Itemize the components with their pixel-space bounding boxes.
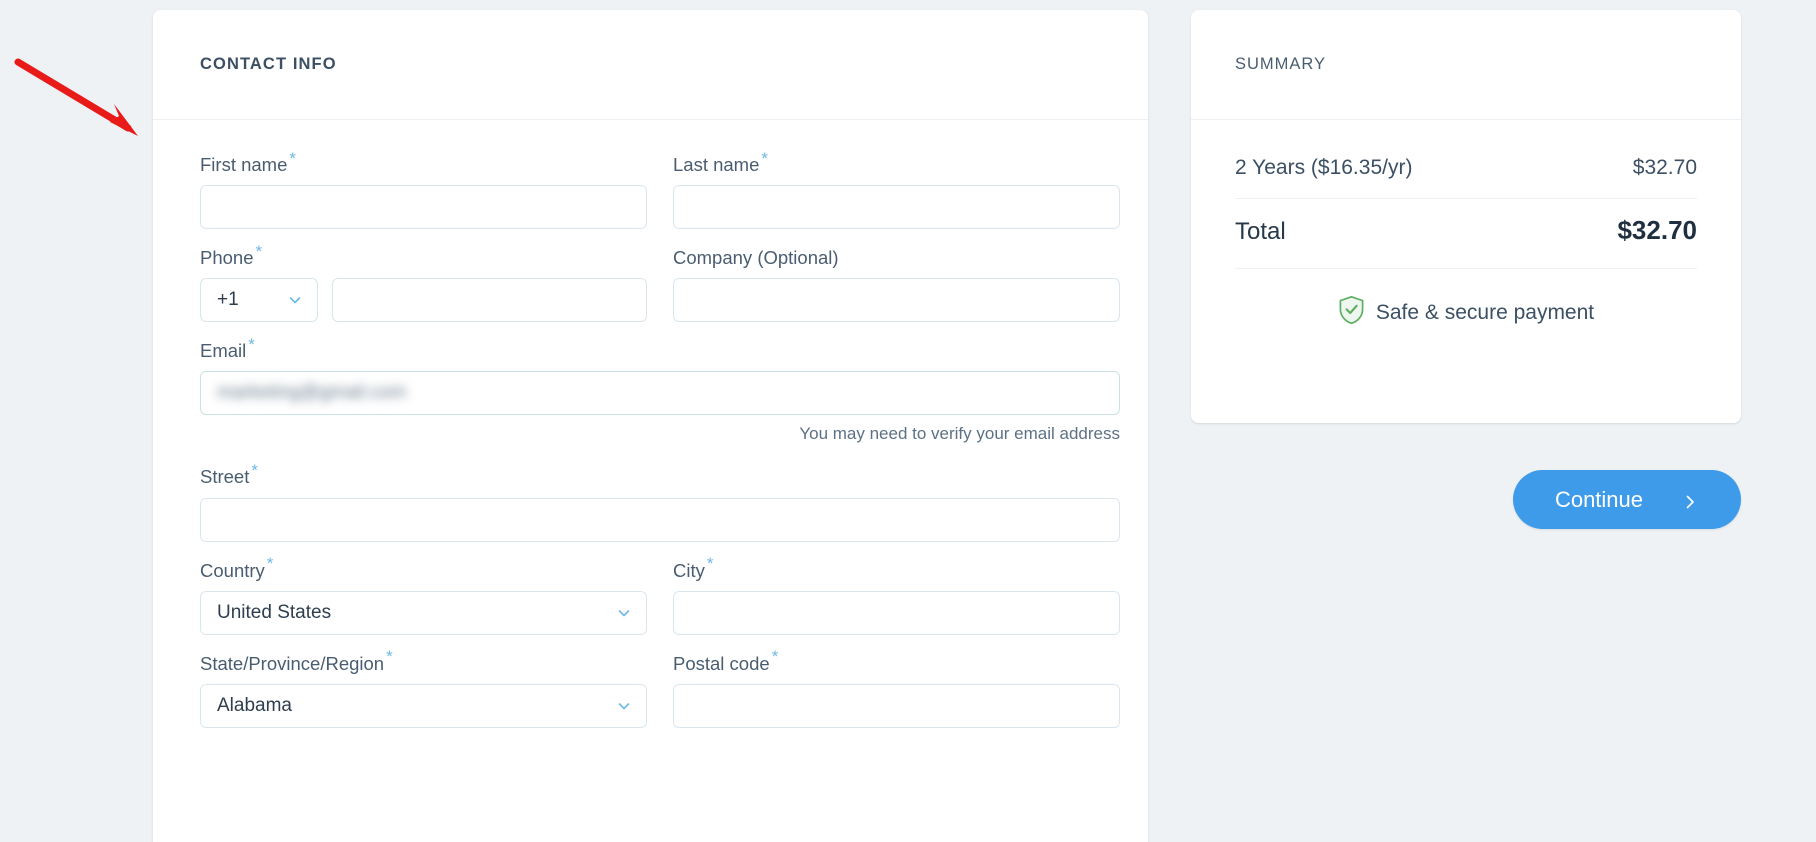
form-row-state-postal: State/Province/Region * Alabama Postal co…	[200, 647, 1120, 728]
phone-input-group: +1	[200, 278, 647, 323]
phone-country-code-select[interactable]: +1	[200, 278, 318, 323]
required-asterisk-icon: *	[266, 554, 274, 574]
last-name-input[interactable]	[673, 185, 1120, 230]
state-select[interactable]: Alabama	[200, 683, 647, 728]
summary-line-item-amount: $32.70	[1632, 156, 1697, 179]
required-asterisk-icon: *	[386, 647, 393, 667]
field-state: State/Province/Region * Alabama	[200, 647, 647, 728]
chevron-down-icon	[616, 698, 632, 714]
required-asterisk-icon: *	[289, 148, 297, 168]
field-street: Street *	[200, 461, 1120, 542]
email-label: Email *	[200, 335, 255, 362]
summary-body: 2 Years ($16.35/yr) $32.70 Total $32.70 …	[1191, 120, 1741, 330]
field-city: City *	[673, 554, 1120, 635]
summary-title: SUMMARY	[1235, 55, 1327, 73]
continue-button[interactable]: Continue	[1513, 470, 1741, 529]
state-label: State/Province/Region *	[200, 647, 393, 674]
secure-payment-note: Safe & secure payment	[1235, 295, 1697, 330]
annotation-arrow-icon	[14, 58, 138, 136]
field-country: Country * United States	[200, 554, 647, 635]
summary-total-row: Total $32.70	[1235, 199, 1697, 269]
first-name-input[interactable]	[200, 185, 647, 230]
chevron-down-icon	[616, 605, 632, 621]
field-email: Email * marketing@gmail.com You may need …	[200, 335, 1120, 448]
field-postal-code: Postal code *	[673, 647, 1120, 728]
summary-total-label: Total	[1235, 218, 1286, 245]
email-helper-text: You may need to verify your email addres…	[799, 424, 1120, 444]
required-asterisk-icon: *	[771, 647, 779, 667]
country-value: United States	[217, 601, 332, 623]
summary-card-header: SUMMARY	[1191, 10, 1741, 120]
required-asterisk-icon: *	[761, 148, 769, 168]
form-row-street: Street *	[200, 462, 1120, 542]
country-select[interactable]: United States	[200, 590, 647, 635]
last-name-label: Last name *	[673, 148, 769, 175]
summary-total-amount: $32.70	[1617, 215, 1697, 245]
checkout-page: CONTACT INFO First name * Last name * Ph…	[0, 0, 1816, 842]
required-asterisk-icon: *	[248, 335, 255, 355]
form-row-country-city: Country * United States City *	[200, 554, 1120, 635]
shield-check-icon	[1338, 295, 1365, 330]
phone-label: Phone *	[200, 241, 263, 269]
summary-line-item-label: 2 Years ($16.35/yr)	[1235, 156, 1413, 179]
email-input-wrapper: marketing@gmail.com	[200, 371, 1120, 416]
city-input[interactable]	[673, 590, 1120, 635]
chevron-right-icon	[1681, 491, 1699, 509]
phone-number-input[interactable]	[332, 278, 647, 323]
contact-card-header: CONTACT INFO	[153, 10, 1148, 120]
state-value: Alabama	[217, 694, 292, 716]
phone-country-code-value: +1	[217, 289, 239, 311]
phone-number-wrapper	[332, 278, 647, 323]
first-name-label: First name *	[200, 148, 297, 175]
field-phone: Phone * +1	[200, 241, 647, 323]
form-row-name: First name * Last name *	[200, 148, 1120, 230]
postal-code-input[interactable]	[673, 683, 1120, 728]
form-row-phone-company: Phone * +1 Company (Optional)	[200, 241, 1120, 323]
form-row-email: Email * marketing@gmail.com You may need …	[200, 336, 1120, 448]
page-title: CONTACT INFO	[200, 55, 337, 73]
summary-card: SUMMARY 2 Years ($16.35/yr) $32.70 Total…	[1191, 10, 1741, 423]
field-company: Company (Optional)	[673, 246, 1120, 323]
continue-button-label: Continue	[1554, 486, 1644, 512]
field-last-name: Last name *	[673, 148, 1120, 230]
street-label: Street *	[200, 461, 258, 488]
field-first-name: First name *	[200, 148, 647, 230]
contact-info-card: CONTACT INFO First name * Last name * Ph…	[153, 10, 1148, 842]
required-asterisk-icon: *	[251, 461, 258, 481]
company-input[interactable]	[673, 278, 1120, 323]
email-redacted-value: marketing@gmail.com	[217, 382, 407, 404]
secure-payment-text: Safe & secure payment	[1375, 300, 1595, 324]
required-asterisk-icon: *	[706, 554, 714, 574]
postal-code-label: Postal code *	[673, 647, 779, 674]
country-label: Country *	[200, 554, 274, 581]
summary-line-item: 2 Years ($16.35/yr) $32.70	[1235, 156, 1697, 199]
chevron-down-icon	[287, 292, 303, 308]
city-label: City *	[673, 554, 714, 581]
street-input[interactable]	[200, 497, 1120, 542]
contact-form: First name * Last name * Phone * +1 Comp…	[153, 120, 1148, 728]
phone-country-code-wrapper: +1	[200, 278, 318, 323]
company-label: Company (Optional)	[673, 247, 839, 269]
required-asterisk-icon: *	[255, 241, 263, 261]
